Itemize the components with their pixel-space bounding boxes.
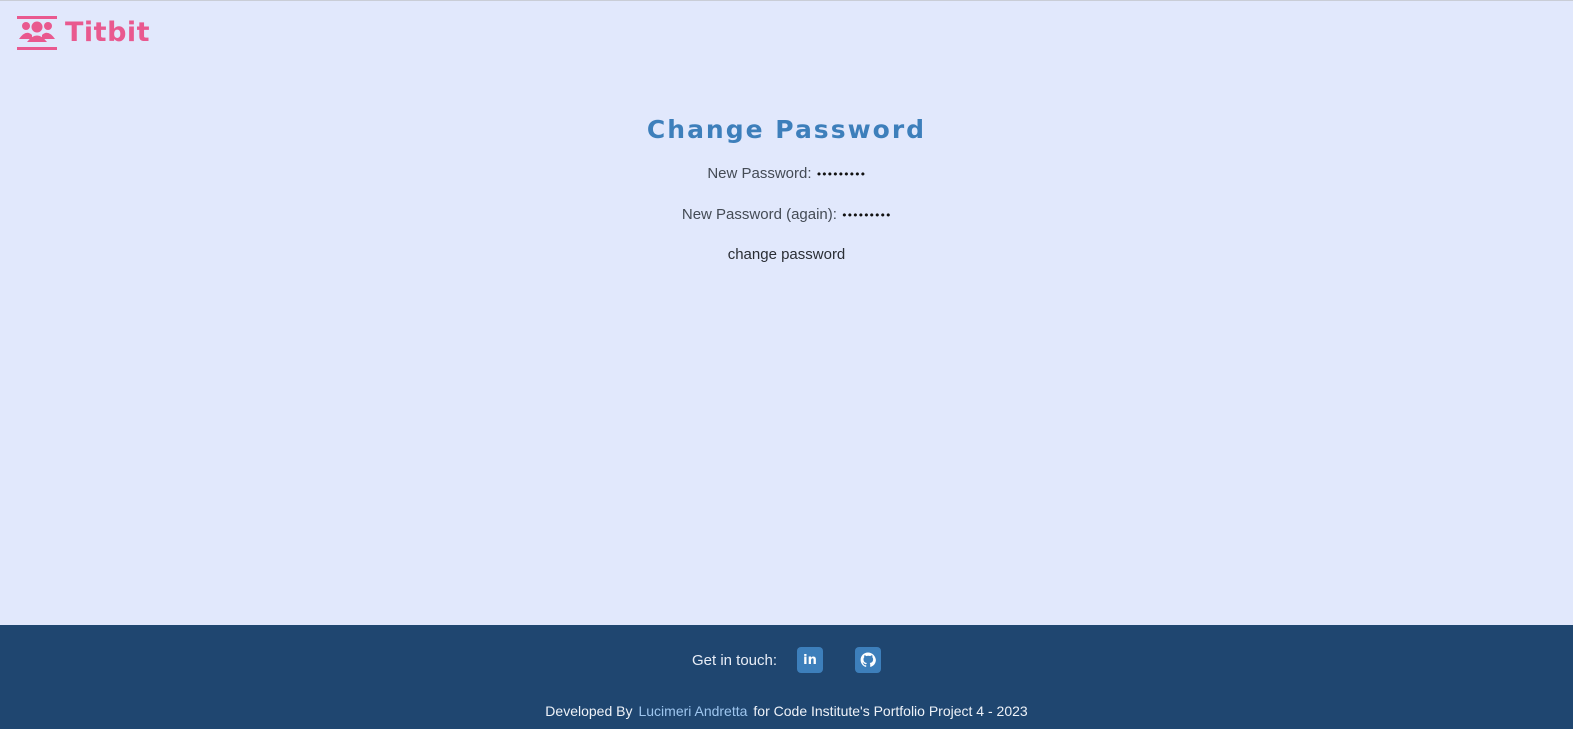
brand-logo-link[interactable]: Titbit bbox=[17, 16, 150, 50]
password1-row: New Password: bbox=[0, 164, 1573, 185]
contact-label: Get in touch: bbox=[691, 651, 778, 669]
author-link[interactable]: Lucimeri Andretta bbox=[638, 703, 747, 719]
site-header: Titbit bbox=[17, 16, 150, 50]
password2-row: New Password (again): bbox=[0, 205, 1573, 225]
site-footer: Get in touch: in Developed By Lucimeri An… bbox=[0, 625, 1573, 729]
change-password-main: Change Password New Password: New Passwo… bbox=[0, 112, 1573, 265]
brand-name: Titbit bbox=[65, 17, 151, 48]
contact-row: Get in touch: in bbox=[0, 647, 1573, 673]
change-password-form: New Password: New Password (again): chan… bbox=[0, 164, 1573, 265]
users-icon bbox=[17, 16, 57, 50]
page-title: Change Password bbox=[646, 115, 927, 144]
password1-input[interactable] bbox=[815, 164, 866, 185]
password2-input[interactable] bbox=[841, 205, 892, 225]
password2-label: New Password (again): bbox=[681, 205, 837, 223]
password1-label: New Password: bbox=[707, 165, 812, 182]
top-border bbox=[0, 0, 1573, 1]
credit-suffix: for Code Institute's Portfolio Project 4… bbox=[753, 703, 1028, 719]
linkedin-glyph: in bbox=[803, 652, 817, 668]
github-glyph bbox=[860, 652, 876, 667]
github-icon[interactable] bbox=[855, 647, 882, 673]
credits-line: Developed By Lucimeri Andretta for Code In… bbox=[0, 703, 1573, 719]
credit-prefix: Developed By bbox=[545, 703, 633, 719]
change-password-button[interactable]: change password bbox=[728, 245, 846, 265]
linkedin-icon[interactable]: in bbox=[797, 647, 824, 673]
